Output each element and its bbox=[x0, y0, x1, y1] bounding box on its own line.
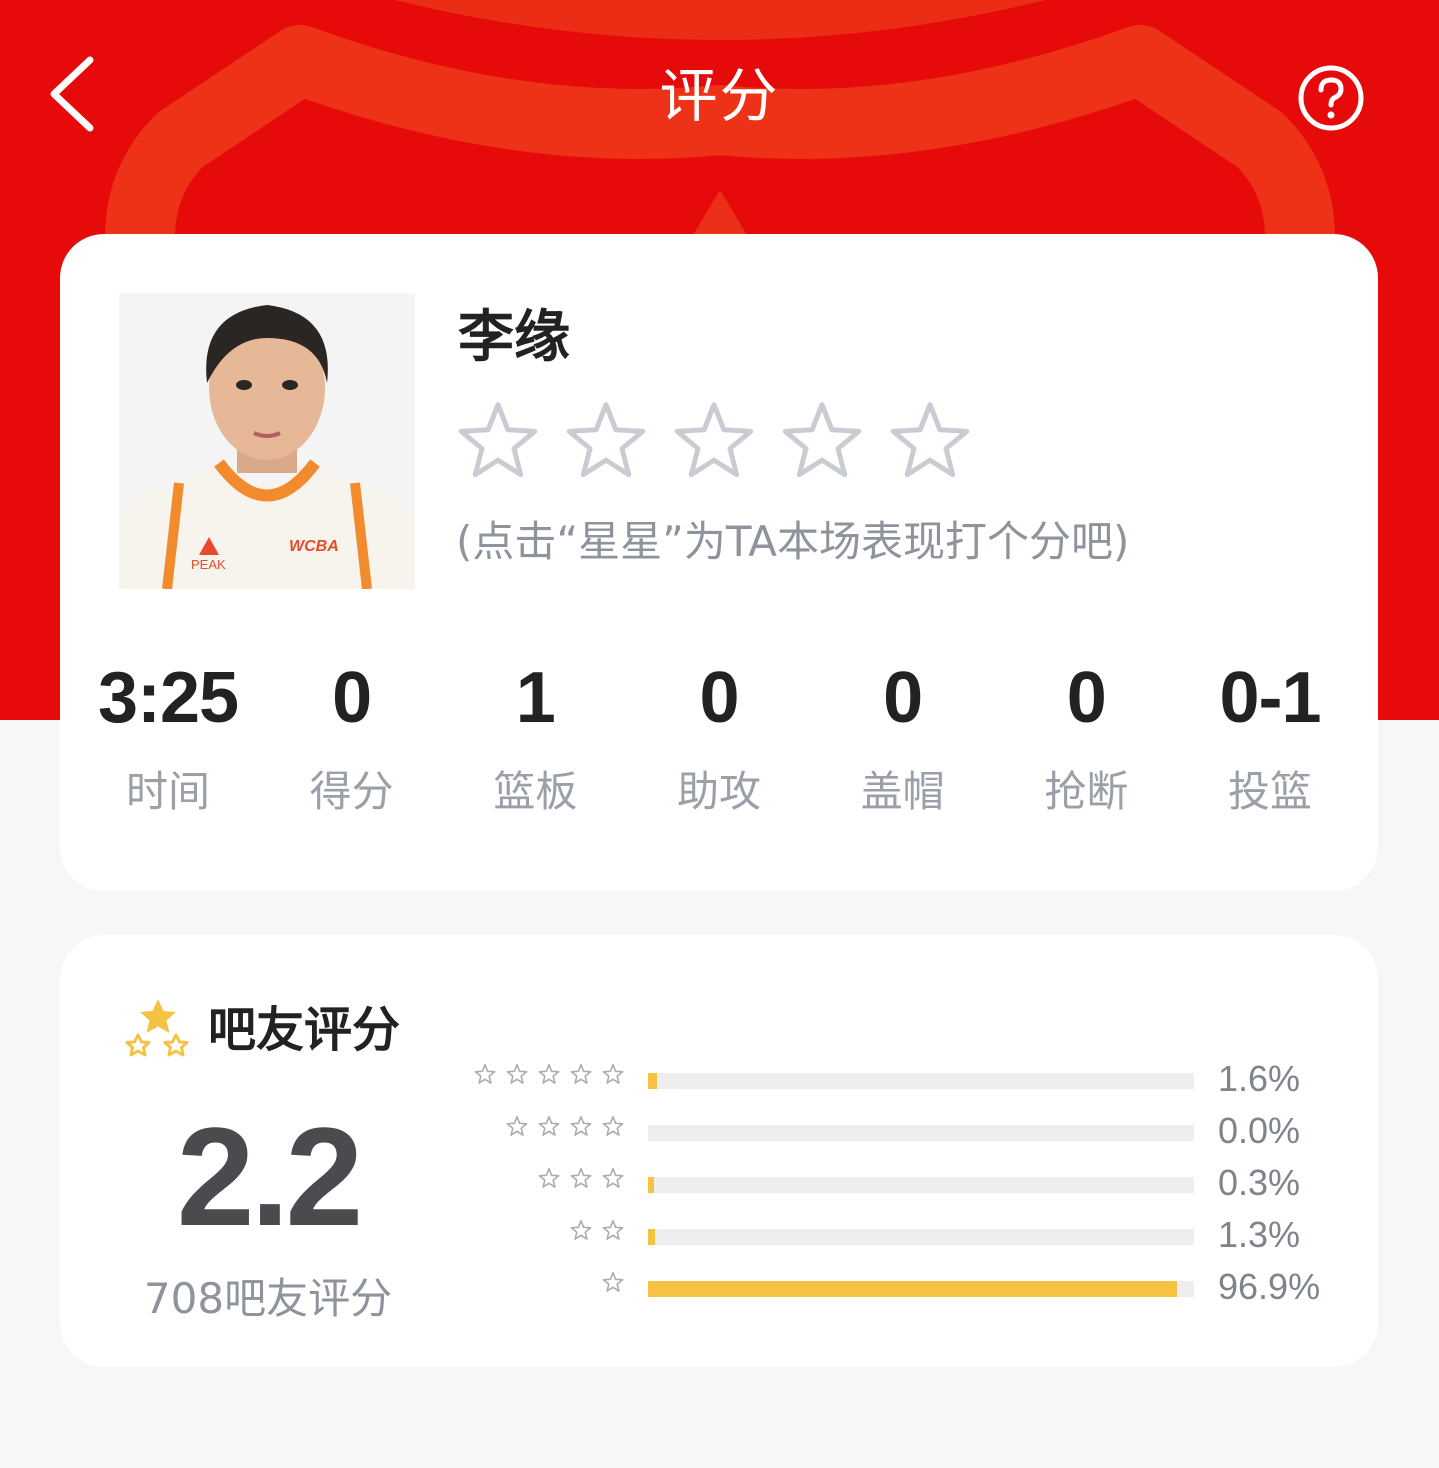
distribution-bar-track bbox=[648, 1229, 1194, 1245]
three-stars-icon bbox=[125, 999, 189, 1057]
help-button[interactable] bbox=[1296, 63, 1366, 133]
distribution-bar-track bbox=[648, 1125, 1194, 1141]
rating-hint: (点击“星星”为TA本场表现打个分吧) bbox=[456, 517, 1130, 566]
stat-label: 时间 bbox=[125, 767, 210, 816]
distribution-bar-track bbox=[648, 1073, 1194, 1089]
star-outline-icon bbox=[506, 1115, 528, 1136]
star-outline-icon bbox=[566, 402, 646, 478]
distribution-row-2-star: 1.3% bbox=[460, 1214, 1340, 1259]
distribution-stars bbox=[496, 1115, 624, 1155]
star-outline-icon bbox=[570, 1219, 592, 1240]
stat-2: 0 得分 bbox=[262, 654, 442, 820]
stat-value: 0 bbox=[699, 658, 739, 738]
distribution-bar-track bbox=[648, 1177, 1194, 1193]
stat-value: 0-1 bbox=[1219, 658, 1321, 738]
star-outline-icon bbox=[570, 1167, 592, 1188]
distribution-stars bbox=[592, 1271, 624, 1311]
star-outline-icon bbox=[474, 1063, 496, 1084]
rating-star-3[interactable] bbox=[672, 398, 756, 482]
distribution-bar-fill bbox=[648, 1281, 1178, 1297]
player-card: PEAK WCBA 李缘 (点击“星星”为TA本场表现打个分吧) 3:25 时间 0… bbox=[60, 234, 1378, 891]
star-outline-icon bbox=[782, 402, 862, 478]
distribution-percent: 1.6% bbox=[1218, 1058, 1301, 1099]
star-outline-icon bbox=[602, 1219, 624, 1240]
star-outline-icon bbox=[602, 1271, 624, 1292]
stat-value: 3:25 bbox=[97, 658, 239, 738]
player-photo: PEAK WCBA bbox=[119, 293, 415, 589]
distribution-row-5-star: 1.6% bbox=[460, 1058, 1340, 1103]
stat-label: 篮板 bbox=[493, 767, 578, 816]
stat-label: 盖帽 bbox=[860, 767, 945, 816]
jersey-brand-text: PEAK bbox=[191, 557, 226, 572]
stat-1: 3:25 时间 bbox=[78, 654, 258, 820]
player-avatar: PEAK WCBA bbox=[119, 293, 415, 589]
distribution-stars bbox=[560, 1219, 624, 1259]
fan-rating-count: 708吧友评分 bbox=[143, 1274, 393, 1323]
stat-label: 投篮 bbox=[1227, 767, 1312, 816]
fan-rating-title: 吧友评分 bbox=[208, 1002, 401, 1058]
stat-3: 1 篮板 bbox=[445, 654, 625, 820]
distribution-bar-fill bbox=[648, 1177, 654, 1193]
stat-label: 得分 bbox=[309, 767, 394, 816]
stat-5: 0 盖帽 bbox=[813, 654, 993, 820]
star-outline-icon bbox=[570, 1115, 592, 1136]
distribution-percent: 0.0% bbox=[1218, 1110, 1301, 1151]
rating-star-5[interactable] bbox=[888, 398, 972, 482]
star-outline-icon bbox=[602, 1115, 624, 1136]
stat-7: 0-1 投篮 bbox=[1180, 654, 1360, 820]
stat-value: 1 bbox=[515, 658, 556, 738]
star-outline-icon bbox=[570, 1063, 592, 1084]
star-outline-icon bbox=[458, 402, 538, 478]
distribution-row-4-star: 0.0% bbox=[460, 1110, 1340, 1155]
stat-label: 助攻 bbox=[676, 767, 761, 816]
distribution-row-3-star: 0.3% bbox=[460, 1162, 1340, 1207]
distribution-percent: 1.3% bbox=[1218, 1214, 1301, 1255]
distribution-bar-track bbox=[648, 1281, 1194, 1297]
star-outline-icon bbox=[890, 402, 970, 478]
page-title: 评分 bbox=[659, 62, 780, 130]
rating-star-2[interactable] bbox=[564, 398, 648, 482]
rating-stars bbox=[456, 398, 996, 482]
jersey-league-text: WCBA bbox=[289, 538, 339, 555]
rating-star-4[interactable] bbox=[780, 398, 864, 482]
stat-6: 0 抢断 bbox=[996, 654, 1176, 820]
stats-row: 3:25 时间 0 得分 1 篮板 0 助攻 0 盖帽 0 抢断 0-1 投篮 bbox=[78, 654, 1360, 824]
fan-rating-card: 吧友评分 2.2 708吧友评分 1.6% 0.0% 0.3% 1.3% 96.9% bbox=[60, 935, 1378, 1367]
distribution-bar-fill bbox=[648, 1229, 656, 1245]
star-outline-icon bbox=[674, 402, 754, 478]
distribution-stars bbox=[528, 1167, 624, 1207]
star-outline-icon bbox=[602, 1063, 624, 1084]
star-outline-icon bbox=[538, 1063, 560, 1084]
star-outline-icon bbox=[602, 1167, 624, 1188]
star-outline-icon bbox=[538, 1115, 560, 1136]
question-circle-icon bbox=[1298, 65, 1364, 131]
stat-value: 0 bbox=[883, 658, 923, 738]
stat-value: 0 bbox=[332, 658, 372, 738]
distribution-bar-fill bbox=[648, 1073, 657, 1089]
star-outline-icon bbox=[506, 1063, 528, 1084]
distribution-stars bbox=[464, 1063, 624, 1103]
star-outline-icon bbox=[538, 1167, 560, 1188]
distribution-percent: 0.3% bbox=[1218, 1162, 1301, 1203]
stat-label: 抢断 bbox=[1044, 767, 1129, 816]
stat-4: 0 助攻 bbox=[629, 654, 809, 820]
top-bar: 评分 bbox=[0, 0, 1439, 190]
rating-star-1[interactable] bbox=[456, 398, 540, 482]
distribution-percent: 96.9% bbox=[1218, 1266, 1321, 1307]
fan-average-score: 2.2 bbox=[176, 1098, 364, 1255]
stat-value: 0 bbox=[1066, 658, 1107, 738]
player-name: 李缘 bbox=[458, 305, 570, 370]
distribution-row-1-star: 96.9% bbox=[460, 1266, 1340, 1311]
